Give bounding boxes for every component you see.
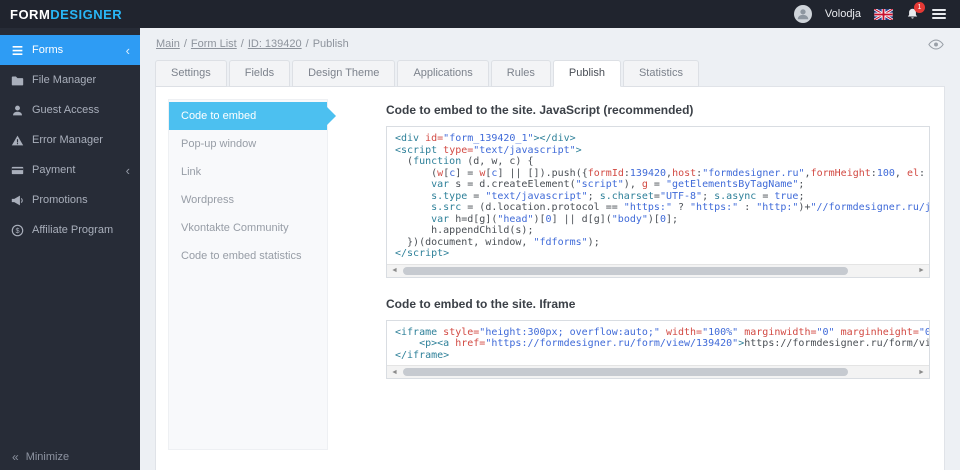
- scroll-left-arrow[interactable]: ◄: [387, 265, 402, 277]
- scroll-track[interactable]: [402, 366, 914, 378]
- subnav-link[interactable]: Link: [169, 158, 327, 186]
- eye-icon: [928, 39, 944, 49]
- chevron-left-icon: ‹: [125, 42, 130, 58]
- menu-icon[interactable]: [932, 9, 946, 19]
- notifications-button[interactable]: 1: [906, 2, 925, 21]
- subnav-wordpress[interactable]: Wordpress: [169, 186, 327, 214]
- iframe-embed-code[interactable]: <iframe style="height:300px; overflow:au…: [387, 321, 929, 366]
- sidebar-item-payment[interactable]: Payment ‹: [0, 155, 140, 185]
- subnav-code-to-embed-statistics[interactable]: Code to embed statistics: [169, 242, 327, 270]
- sidebar-minimize-button[interactable]: « Minimize: [0, 444, 140, 470]
- app-window: FORMDESIGNER Volodja 1 Forms ‹ File Mana…: [0, 0, 960, 470]
- tab-settings[interactable]: Settings: [155, 60, 227, 87]
- topbar: FORMDESIGNER Volodja 1: [0, 0, 960, 28]
- subnav-code-to-embed[interactable]: Code to embed: [169, 102, 336, 130]
- publish-panel: Code to embed Pop-up window Link Wordpre…: [155, 86, 945, 470]
- sidebar-item-file-manager[interactable]: File Manager: [0, 65, 140, 95]
- breadcrumb-main[interactable]: Main: [156, 38, 180, 50]
- avatar[interactable]: [793, 5, 812, 23]
- js-embed-code-box[interactable]: <div id="form_139420_1"></div> <script ty…: [386, 126, 930, 278]
- tab-publish[interactable]: Publish: [552, 60, 621, 87]
- js-embed-code[interactable]: <div id="form_139420_1"></div> <script ty…: [387, 127, 929, 264]
- logo-secondary: DESIGNER: [50, 6, 123, 22]
- promotions-icon: [10, 194, 24, 207]
- scroll-track[interactable]: [402, 265, 914, 277]
- scroll-left-arrow[interactable]: ◄: [387, 366, 402, 378]
- subnav-vkontakte-community[interactable]: Vkontakte Community: [169, 214, 327, 242]
- breadcrumb: Main / Form List / ID: 139420 / Publish: [156, 38, 349, 50]
- tab-rules[interactable]: Rules: [490, 60, 551, 87]
- js-code-scrollbar[interactable]: ◄ ►: [387, 263, 929, 277]
- main-area: Main / Form List / ID: 139420 / Publish …: [140, 28, 960, 470]
- tab-statistics[interactable]: Statistics: [622, 60, 699, 87]
- preview-eye-button[interactable]: [928, 39, 944, 50]
- notification-badge: 1: [914, 2, 925, 13]
- file-manager-icon: [10, 74, 24, 87]
- breadcrumb-current: Publish: [312, 38, 349, 50]
- minimize-icon: «: [12, 450, 19, 464]
- scroll-right-arrow[interactable]: ►: [914, 265, 929, 277]
- sidebar-item-affiliate-program[interactable]: $ Affiliate Program: [0, 215, 140, 245]
- user-name[interactable]: Volodja: [825, 8, 861, 20]
- topbar-actions: Volodja 1: [793, 2, 960, 23]
- tab-applications[interactable]: Applications: [397, 60, 489, 87]
- tab-design-theme[interactable]: Design Theme: [292, 60, 396, 87]
- minimize-label: Minimize: [25, 451, 70, 463]
- breadcrumb-form-list[interactable]: Form List: [191, 38, 237, 50]
- breadcrumb-row: Main / Form List / ID: 139420 / Publish: [140, 28, 960, 60]
- error-manager-icon: [10, 134, 24, 147]
- payment-icon: [10, 164, 24, 177]
- sidebar-item-forms[interactable]: Forms ‹: [0, 35, 140, 65]
- language-flag-icon[interactable]: [874, 8, 893, 20]
- forms-icon: [10, 44, 24, 57]
- publish-subnav: Code to embed Pop-up window Link Wordpre…: [168, 99, 336, 450]
- form-tabs: Settings Fields Design Theme Application…: [140, 60, 960, 87]
- user-icon: [797, 9, 809, 20]
- breadcrumb-form-id[interactable]: ID: 139420: [248, 38, 302, 50]
- chevron-left-icon: ‹: [125, 162, 130, 178]
- guest-access-icon: [10, 104, 24, 117]
- sidebar-item-error-manager[interactable]: Error Manager: [0, 125, 140, 155]
- iframe-embed-code-box[interactable]: <iframe style="height:300px; overflow:au…: [386, 319, 930, 379]
- tab-fields[interactable]: Fields: [228, 60, 291, 87]
- scroll-thumb[interactable]: [403, 266, 849, 275]
- js-embed-heading: Code to embed to the site. JavaScript (r…: [386, 103, 694, 117]
- sidebar: Forms ‹ File Manager Guest Access Error: [0, 28, 140, 470]
- sidebar-item-promotions[interactable]: Promotions: [0, 185, 140, 215]
- svg-text:$: $: [15, 226, 19, 235]
- iframe-embed-heading: Code to embed to the site. Iframe: [386, 296, 576, 311]
- iframe-code-scrollbar[interactable]: ◄ ►: [387, 365, 929, 378]
- affiliate-program-icon: $: [10, 224, 24, 237]
- scroll-right-arrow[interactable]: ►: [914, 366, 929, 378]
- subnav-popup-window[interactable]: Pop-up window: [169, 130, 327, 158]
- logo-primary: FORM: [10, 6, 51, 22]
- embed-content: Code to embed to the site. JavaScript (r…: [328, 99, 932, 458]
- sidebar-item-guest-access[interactable]: Guest Access: [0, 95, 140, 125]
- logo[interactable]: FORMDESIGNER: [0, 7, 140, 22]
- scroll-thumb[interactable]: [403, 368, 849, 376]
